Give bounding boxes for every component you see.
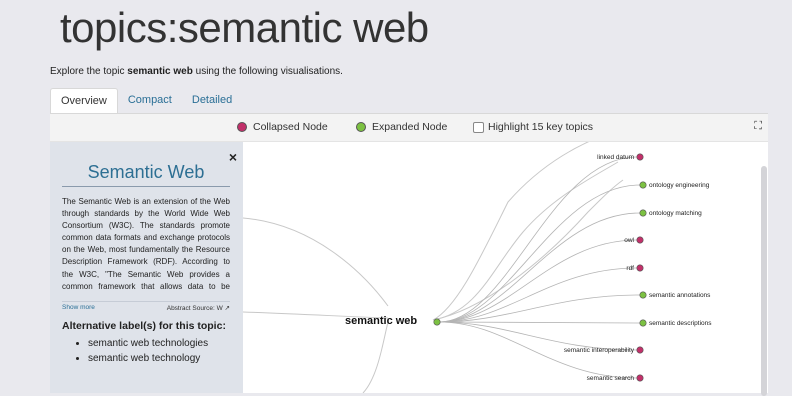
topic-sidebar: × Semantic Web The Semantic Web is an ex… bbox=[50, 142, 243, 393]
child-node[interactable] bbox=[636, 153, 644, 161]
tab-detailed[interactable]: Detailed bbox=[182, 88, 242, 112]
graph-link bbox=[438, 321, 641, 324]
child-node[interactable] bbox=[639, 209, 647, 217]
graph-link bbox=[438, 156, 638, 323]
graph-link bbox=[438, 294, 641, 323]
child-node-label[interactable]: rdf bbox=[626, 265, 634, 272]
child-node[interactable] bbox=[636, 374, 644, 382]
abstract-source[interactable]: Abstract Source: W ↗ bbox=[167, 304, 230, 312]
page-title: topics:semantic web bbox=[60, 4, 429, 51]
child-node[interactable] bbox=[636, 264, 644, 272]
child-node-label[interactable]: semantic search bbox=[587, 375, 635, 382]
alt-labels-list: semantic web technologies semantic web t… bbox=[74, 336, 208, 366]
tab-bar: Overview Compact Detailed bbox=[50, 88, 242, 113]
highlight-checkbox[interactable] bbox=[473, 121, 484, 133]
child-node-label[interactable]: ontology engineering bbox=[649, 182, 710, 189]
alt-label: semantic web technology bbox=[88, 351, 208, 366]
child-node[interactable] bbox=[639, 291, 647, 299]
collapsed-node-swatch bbox=[237, 122, 247, 132]
page-intro: Explore the topic semantic web using the… bbox=[50, 66, 343, 77]
graph-link bbox=[438, 239, 638, 323]
legend-expanded: Expanded Node bbox=[356, 121, 447, 133]
external-link-icon: ↗ bbox=[224, 305, 230, 312]
intro-topic: semantic web bbox=[127, 66, 193, 77]
alt-label: semantic web technologies bbox=[88, 336, 208, 351]
child-node-label[interactable]: ontology matching bbox=[649, 210, 702, 217]
fullscreen-icon[interactable]: ⛶ bbox=[754, 120, 762, 133]
overview-panel: Collapsed Node Expanded Node Highlight 1… bbox=[50, 113, 768, 396]
scrollbar[interactable] bbox=[761, 166, 767, 396]
abstract-footer: Show more Abstract Source: W ↗ bbox=[62, 301, 230, 312]
child-node[interactable] bbox=[639, 319, 647, 327]
root-node-label[interactable]: semantic web bbox=[345, 315, 417, 327]
child-node[interactable] bbox=[636, 236, 644, 244]
topic-abstract: The Semantic Web is an extension of the … bbox=[62, 197, 230, 291]
tab-compact[interactable]: Compact bbox=[118, 88, 182, 112]
child-node-label[interactable]: semantic annotations bbox=[649, 292, 711, 299]
legend-bar: Collapsed Node Expanded Node Highlight 1… bbox=[50, 114, 768, 142]
child-node[interactable] bbox=[639, 181, 647, 189]
legend-collapsed: Collapsed Node bbox=[237, 121, 328, 133]
expanded-node-swatch bbox=[356, 122, 366, 132]
alt-labels-heading: Alternative label(s) for this topic: bbox=[62, 320, 226, 332]
close-icon[interactable]: × bbox=[229, 149, 237, 165]
child-node-label[interactable]: semantic interoperability bbox=[564, 347, 635, 354]
graph-link bbox=[438, 321, 638, 351]
topic-graph[interactable]: linked datum ontology engineering ontology… bbox=[243, 142, 757, 393]
highlight-toggle[interactable]: Highlight 15 key topics bbox=[473, 121, 593, 133]
child-node-label[interactable]: linked datum bbox=[597, 154, 634, 161]
root-node[interactable] bbox=[433, 318, 441, 326]
show-more-link[interactable]: Show more bbox=[62, 304, 95, 311]
child-node[interactable] bbox=[636, 346, 644, 354]
child-node-label[interactable]: semantic descriptions bbox=[649, 320, 712, 327]
topic-title: Semantic Web bbox=[62, 162, 230, 187]
child-node-label[interactable]: owl bbox=[624, 237, 634, 244]
tab-overview[interactable]: Overview bbox=[50, 88, 118, 113]
